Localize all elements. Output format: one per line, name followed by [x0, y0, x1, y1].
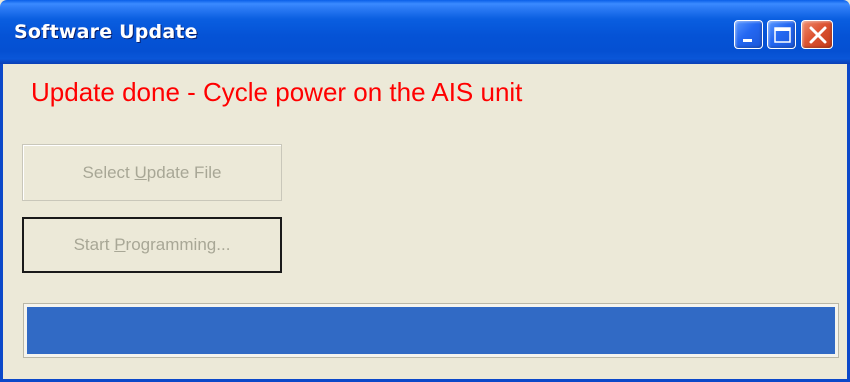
start-programming-button[interactable]: Start Programming...: [22, 217, 282, 273]
progress-track: [27, 307, 835, 354]
maximize-icon: [774, 27, 791, 43]
maximize-button[interactable]: [767, 20, 796, 49]
select-update-file-mnemonic: U: [134, 163, 147, 182]
window-title: Software Update: [14, 21, 198, 43]
start-programming-label-post: rogramming...: [125, 235, 231, 254]
software-update-window: Software Update Update done - Cycle powe…: [0, 0, 850, 382]
select-update-file-button[interactable]: Select Update File: [22, 144, 282, 201]
status-message: Update done - Cycle power on the AIS uni…: [31, 77, 523, 107]
select-update-file-label-post: pdate File: [146, 163, 222, 182]
client-area: Update done - Cycle power on the AIS uni…: [0, 64, 850, 382]
minimize-button[interactable]: [734, 20, 763, 49]
select-update-file-label-pre: Select: [82, 163, 135, 182]
progress-bar: [23, 303, 839, 358]
progress-fill: [27, 307, 835, 354]
close-button[interactable]: [801, 20, 833, 49]
start-programming-mnemonic: P: [114, 235, 126, 254]
close-icon: [809, 26, 827, 44]
title-bar[interactable]: Software Update: [0, 0, 850, 64]
minimize-icon: [743, 39, 752, 42]
start-programming-label-pre: Start: [73, 235, 115, 254]
